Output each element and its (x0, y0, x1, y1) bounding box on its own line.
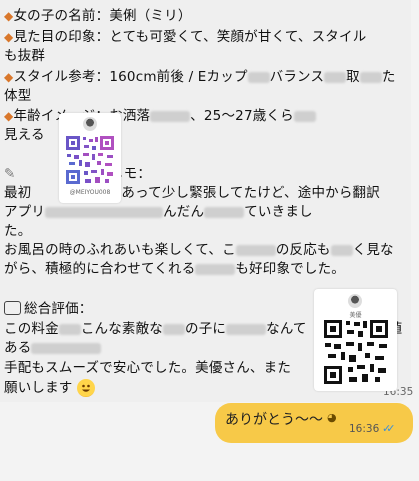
redacted-text (150, 110, 191, 122)
speech-bubble-icon (4, 301, 21, 315)
message-line: も抜群 (4, 48, 46, 64)
pencil-icon: ✎ (4, 166, 16, 182)
redacted-text (163, 323, 186, 335)
message-line: ◆年齢イメージ：お洒落、25～27歳くら (4, 106, 316, 126)
avatar (348, 294, 362, 308)
redacted-text (195, 263, 236, 275)
redacted-text (204, 206, 245, 218)
redacted-text (359, 71, 382, 83)
redacted-text (58, 323, 81, 335)
message-line: ◆スタイル参考：160cm前後 / Eカップ バランス取た (4, 69, 396, 85)
qr-code-card[interactable]: 美優 (314, 289, 397, 391)
redacted-text (31, 342, 102, 354)
redacted-text (324, 71, 347, 83)
message-line: 見える (4, 127, 45, 143)
qr-code-image (65, 135, 115, 185)
message-line: 願いします (4, 378, 95, 398)
qr-code-card[interactable]: @MEIYOU008 (59, 113, 121, 203)
message-time: 16:36 (349, 423, 380, 435)
message-line: ある (4, 338, 102, 358)
qr-code-image (323, 319, 389, 385)
message-line: アプリ んだん ていきまし (4, 204, 313, 220)
message-line: ◆女の子の名前：美俐（ミリ） (4, 8, 192, 24)
message-line: た。 (4, 223, 32, 239)
message-line: ◆見た目の印象：とても可愛くて、笑顔が甘くて、スタイル (4, 29, 367, 45)
outgoing-message-bubble[interactable]: ありがとう～～ ◕ 16:36 ✓✓ (215, 403, 413, 443)
message-line: がら、積極的に合わせてくれる も好印象でした。 (4, 261, 346, 277)
message-line: 総合評価： (4, 299, 93, 319)
grinning-face-icon (77, 379, 95, 397)
redacted-text (235, 244, 276, 256)
redacted-text (293, 110, 316, 122)
chat-area: ◆女の子の名前：美俐（ミリ） ◆見た目の印象：とても可愛くて、笑顔が甘くて、スタ… (0, 0, 419, 481)
redacted-text (45, 206, 164, 218)
redacted-text (247, 71, 270, 83)
dots-emoji-icon: ◕ (327, 411, 337, 424)
message-line: 体型 (4, 88, 32, 104)
read-receipt-icon: ✓✓ (382, 422, 396, 435)
redacted-text (330, 244, 353, 256)
outgoing-message-text: ありがとう～～ (225, 412, 323, 428)
qr-caption: 美優 (349, 312, 362, 319)
avatar (83, 117, 97, 131)
qr-caption: @MEIYOU008 (69, 189, 111, 196)
redacted-text (226, 323, 267, 335)
message-line: お風呂の時のふれあいも楽しくて、こ の反応も く見な (4, 242, 394, 258)
